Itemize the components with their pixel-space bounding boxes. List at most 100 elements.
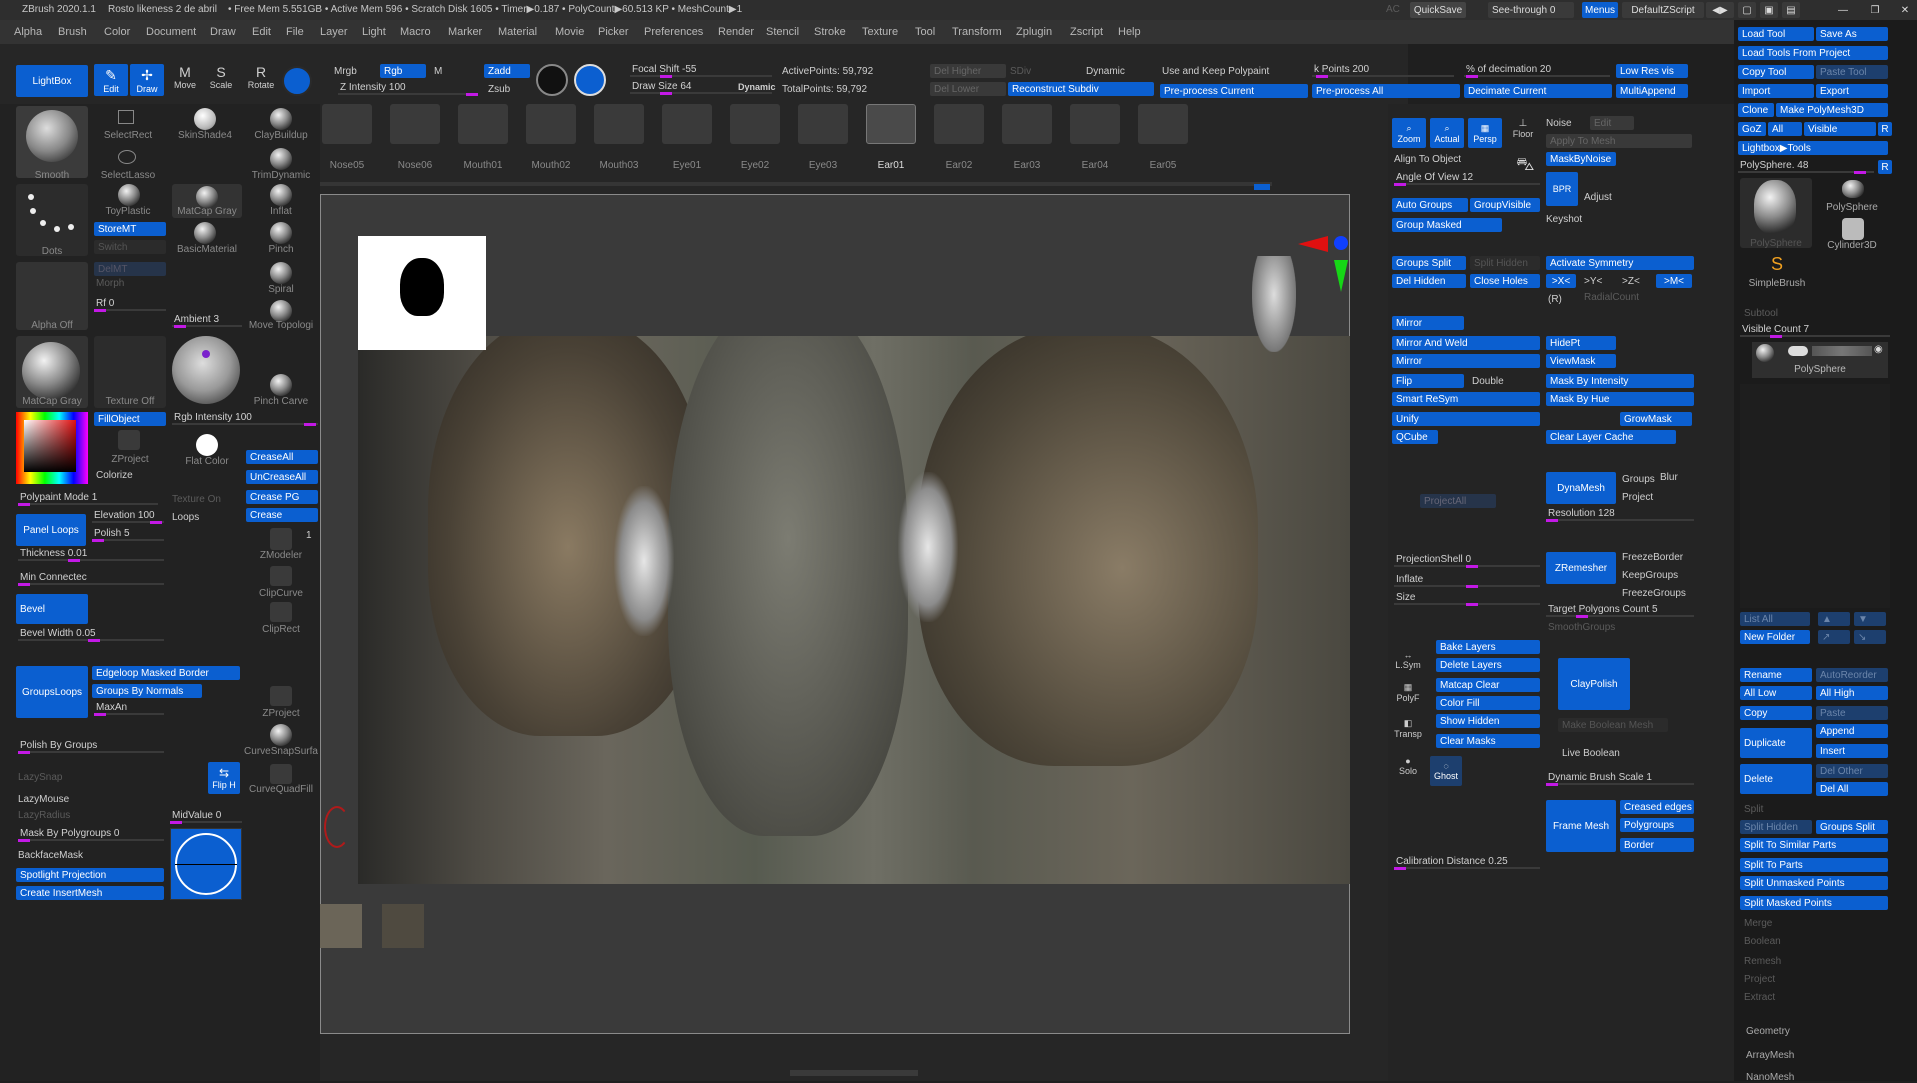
- flat-color-icon[interactable]: [196, 434, 218, 456]
- lsym-button[interactable]: ↔ L.Sym: [1392, 650, 1424, 678]
- goz-all-button[interactable]: All: [1768, 122, 1802, 136]
- z-axis-icon[interactable]: [1334, 236, 1348, 250]
- polyframe-icon[interactable]: [282, 66, 312, 96]
- lightbox-tools-button[interactable]: Lightbox▶Tools: [1738, 141, 1888, 155]
- spiral-label[interactable]: Spiral: [248, 284, 314, 295]
- live-boolean-toggle[interactable]: Live Boolean: [1562, 748, 1620, 759]
- duplicate-button[interactable]: Duplicate: [1740, 728, 1812, 758]
- edgeloop-masked-border-button[interactable]: Edgeloop Masked Border: [92, 666, 240, 680]
- lazymouse-toggle[interactable]: LazyMouse: [18, 794, 69, 805]
- delete-button[interactable]: Delete: [1740, 764, 1812, 794]
- claybuildup-label[interactable]: ClayBuildup: [248, 130, 314, 141]
- split-hidden-button[interactable]: Split Hidden: [1470, 256, 1540, 270]
- focal-shift-slider[interactable]: Focal Shift -55: [630, 64, 772, 78]
- menu-preferences[interactable]: Preferences: [644, 26, 703, 38]
- move-topological-label[interactable]: Move Topologi: [246, 320, 316, 331]
- inflat-icon[interactable]: [270, 184, 292, 206]
- backface-mask-toggle[interactable]: BackfaceMask: [18, 850, 83, 861]
- brush-mouth01-icon[interactable]: [458, 104, 508, 144]
- menu-picker[interactable]: Picker: [598, 26, 629, 38]
- new-folder-button[interactable]: New Folder: [1740, 630, 1810, 644]
- goz-r-button[interactable]: R: [1878, 122, 1892, 136]
- tool-r-button[interactable]: R: [1878, 160, 1892, 174]
- eye-icon[interactable]: ◉: [1874, 344, 1886, 356]
- goz-visible-button[interactable]: Visible: [1804, 122, 1876, 136]
- decimation-slider[interactable]: % of decimation 20: [1464, 64, 1610, 78]
- edit-button[interactable]: ✎ Edit: [94, 64, 128, 96]
- brush-strip-scroll-thumb[interactable]: [1254, 184, 1270, 190]
- menu-texture[interactable]: Texture: [862, 26, 898, 38]
- trimdynamic-icon[interactable]: [270, 148, 292, 170]
- quicksave-button[interactable]: QuickSave: [1410, 2, 1466, 18]
- layout-2-icon[interactable]: ▣: [1760, 2, 1778, 18]
- menu-zscript[interactable]: Zscript: [1070, 26, 1103, 38]
- menu-document[interactable]: Document: [146, 26, 196, 38]
- zproject-label[interactable]: ZProject: [96, 454, 164, 465]
- calibration-distance-slider[interactable]: Calibration Distance 0.25: [1394, 856, 1540, 870]
- zproject-icon[interactable]: [118, 430, 140, 450]
- polygroups-button[interactable]: Polygroups: [1620, 818, 1694, 832]
- zremesher-button[interactable]: ZRemesher: [1546, 552, 1616, 584]
- z-symmetry-button[interactable]: >Z<: [1622, 276, 1640, 287]
- all-high-button[interactable]: All High: [1816, 686, 1888, 700]
- brush-ear01-icon[interactable]: [866, 104, 916, 144]
- geometry-header[interactable]: Geometry: [1746, 1026, 1790, 1037]
- keep-groups-toggle[interactable]: KeepGroups: [1622, 570, 1678, 581]
- rotate-button[interactable]: R Rotate: [246, 64, 276, 96]
- growmask-button[interactable]: GrowMask: [1620, 412, 1692, 426]
- menu-render[interactable]: Render: [718, 26, 754, 38]
- flat-color-label[interactable]: Flat Color: [172, 456, 242, 467]
- pinch-carve-label[interactable]: Pinch Carve: [248, 396, 314, 407]
- smooth-groups-slider[interactable]: SmoothGroups: [1548, 622, 1615, 633]
- ghost-button[interactable]: ◌ Ghost: [1430, 756, 1462, 786]
- make-polymesh3d-button[interactable]: Make PolyMesh3D: [1776, 103, 1888, 117]
- bottom-shelf-handle[interactable]: [790, 1070, 918, 1076]
- lightbox-button[interactable]: LightBox: [16, 65, 88, 97]
- morph-slider[interactable]: Morph: [96, 278, 124, 289]
- freeze-groups-toggle[interactable]: FreezeGroups: [1622, 588, 1686, 599]
- spotlight-projection-button[interactable]: Spotlight Projection: [16, 868, 164, 882]
- brush-nose05-icon[interactable]: [322, 104, 372, 144]
- brush-ear04-icon[interactable]: [1070, 104, 1120, 144]
- delmt-button[interactable]: DelMT: [94, 262, 166, 276]
- transp-button[interactable]: ◧ Transp: [1392, 718, 1424, 746]
- toyplastic-icon[interactable]: [118, 184, 140, 206]
- lazyradius-slider[interactable]: LazyRadius: [18, 810, 70, 821]
- resolution-slider[interactable]: Resolution 128: [1546, 508, 1694, 522]
- adjust-button[interactable]: Adjust: [1584, 192, 1612, 203]
- load-tools-from-project-button[interactable]: Load Tools From Project: [1738, 46, 1888, 60]
- all-low-button[interactable]: All Low: [1740, 686, 1812, 700]
- apply-to-mesh-button[interactable]: Apply To Mesh: [1546, 134, 1692, 148]
- close-icon[interactable]: ✕: [1896, 2, 1914, 18]
- scale-button[interactable]: S Scale: [206, 64, 236, 96]
- ambient-slider[interactable]: Ambient 3: [172, 314, 242, 328]
- thickness-slider[interactable]: Thickness 0.01: [18, 548, 164, 562]
- min-connected-slider[interactable]: Min Connectec: [18, 572, 164, 586]
- brush-ear02-icon[interactable]: [934, 104, 984, 144]
- copy-subtool-button[interactable]: Copy: [1740, 706, 1812, 720]
- autoreorder-button[interactable]: AutoReorder: [1816, 668, 1888, 682]
- loops-slider[interactable]: Loops: [172, 512, 199, 523]
- persp-button[interactable]: ▦ Persp: [1468, 118, 1502, 148]
- export-button[interactable]: Export: [1816, 84, 1888, 98]
- zsub-button[interactable]: Zsub: [488, 84, 510, 95]
- simplebrush-icon[interactable]: S: [1766, 254, 1788, 276]
- z-intensity-slider[interactable]: Z Intensity 100: [338, 82, 478, 96]
- rgb-button[interactable]: Rgb: [380, 64, 426, 78]
- split-hidden-subtool-button[interactable]: Split Hidden: [1740, 820, 1812, 834]
- menu-stencil[interactable]: Stencil: [766, 26, 799, 38]
- dynamic-subdiv-toggle[interactable]: Dynamic: [1086, 66, 1125, 77]
- menu-macro[interactable]: Macro: [400, 26, 431, 38]
- brush-mouth02-icon[interactable]: [526, 104, 576, 144]
- spotlight-thumb-2[interactable]: [382, 904, 424, 948]
- k-points-slider[interactable]: k Points 200: [1312, 64, 1454, 78]
- brush-strip-scrollbar[interactable]: [320, 182, 1272, 186]
- color-fill-button[interactable]: Color Fill: [1436, 696, 1540, 710]
- multiappend-button[interactable]: MultiAppend: [1616, 84, 1688, 98]
- selectrect-icon[interactable]: [118, 110, 134, 124]
- panel-loops-button[interactable]: Panel Loops: [16, 514, 86, 546]
- crease-button[interactable]: Crease: [246, 508, 318, 522]
- y-symmetry-button[interactable]: >Y<: [1584, 276, 1602, 287]
- default-zscript-button[interactable]: DefaultZScript: [1622, 2, 1704, 18]
- layout-1-icon[interactable]: ▢: [1738, 2, 1756, 18]
